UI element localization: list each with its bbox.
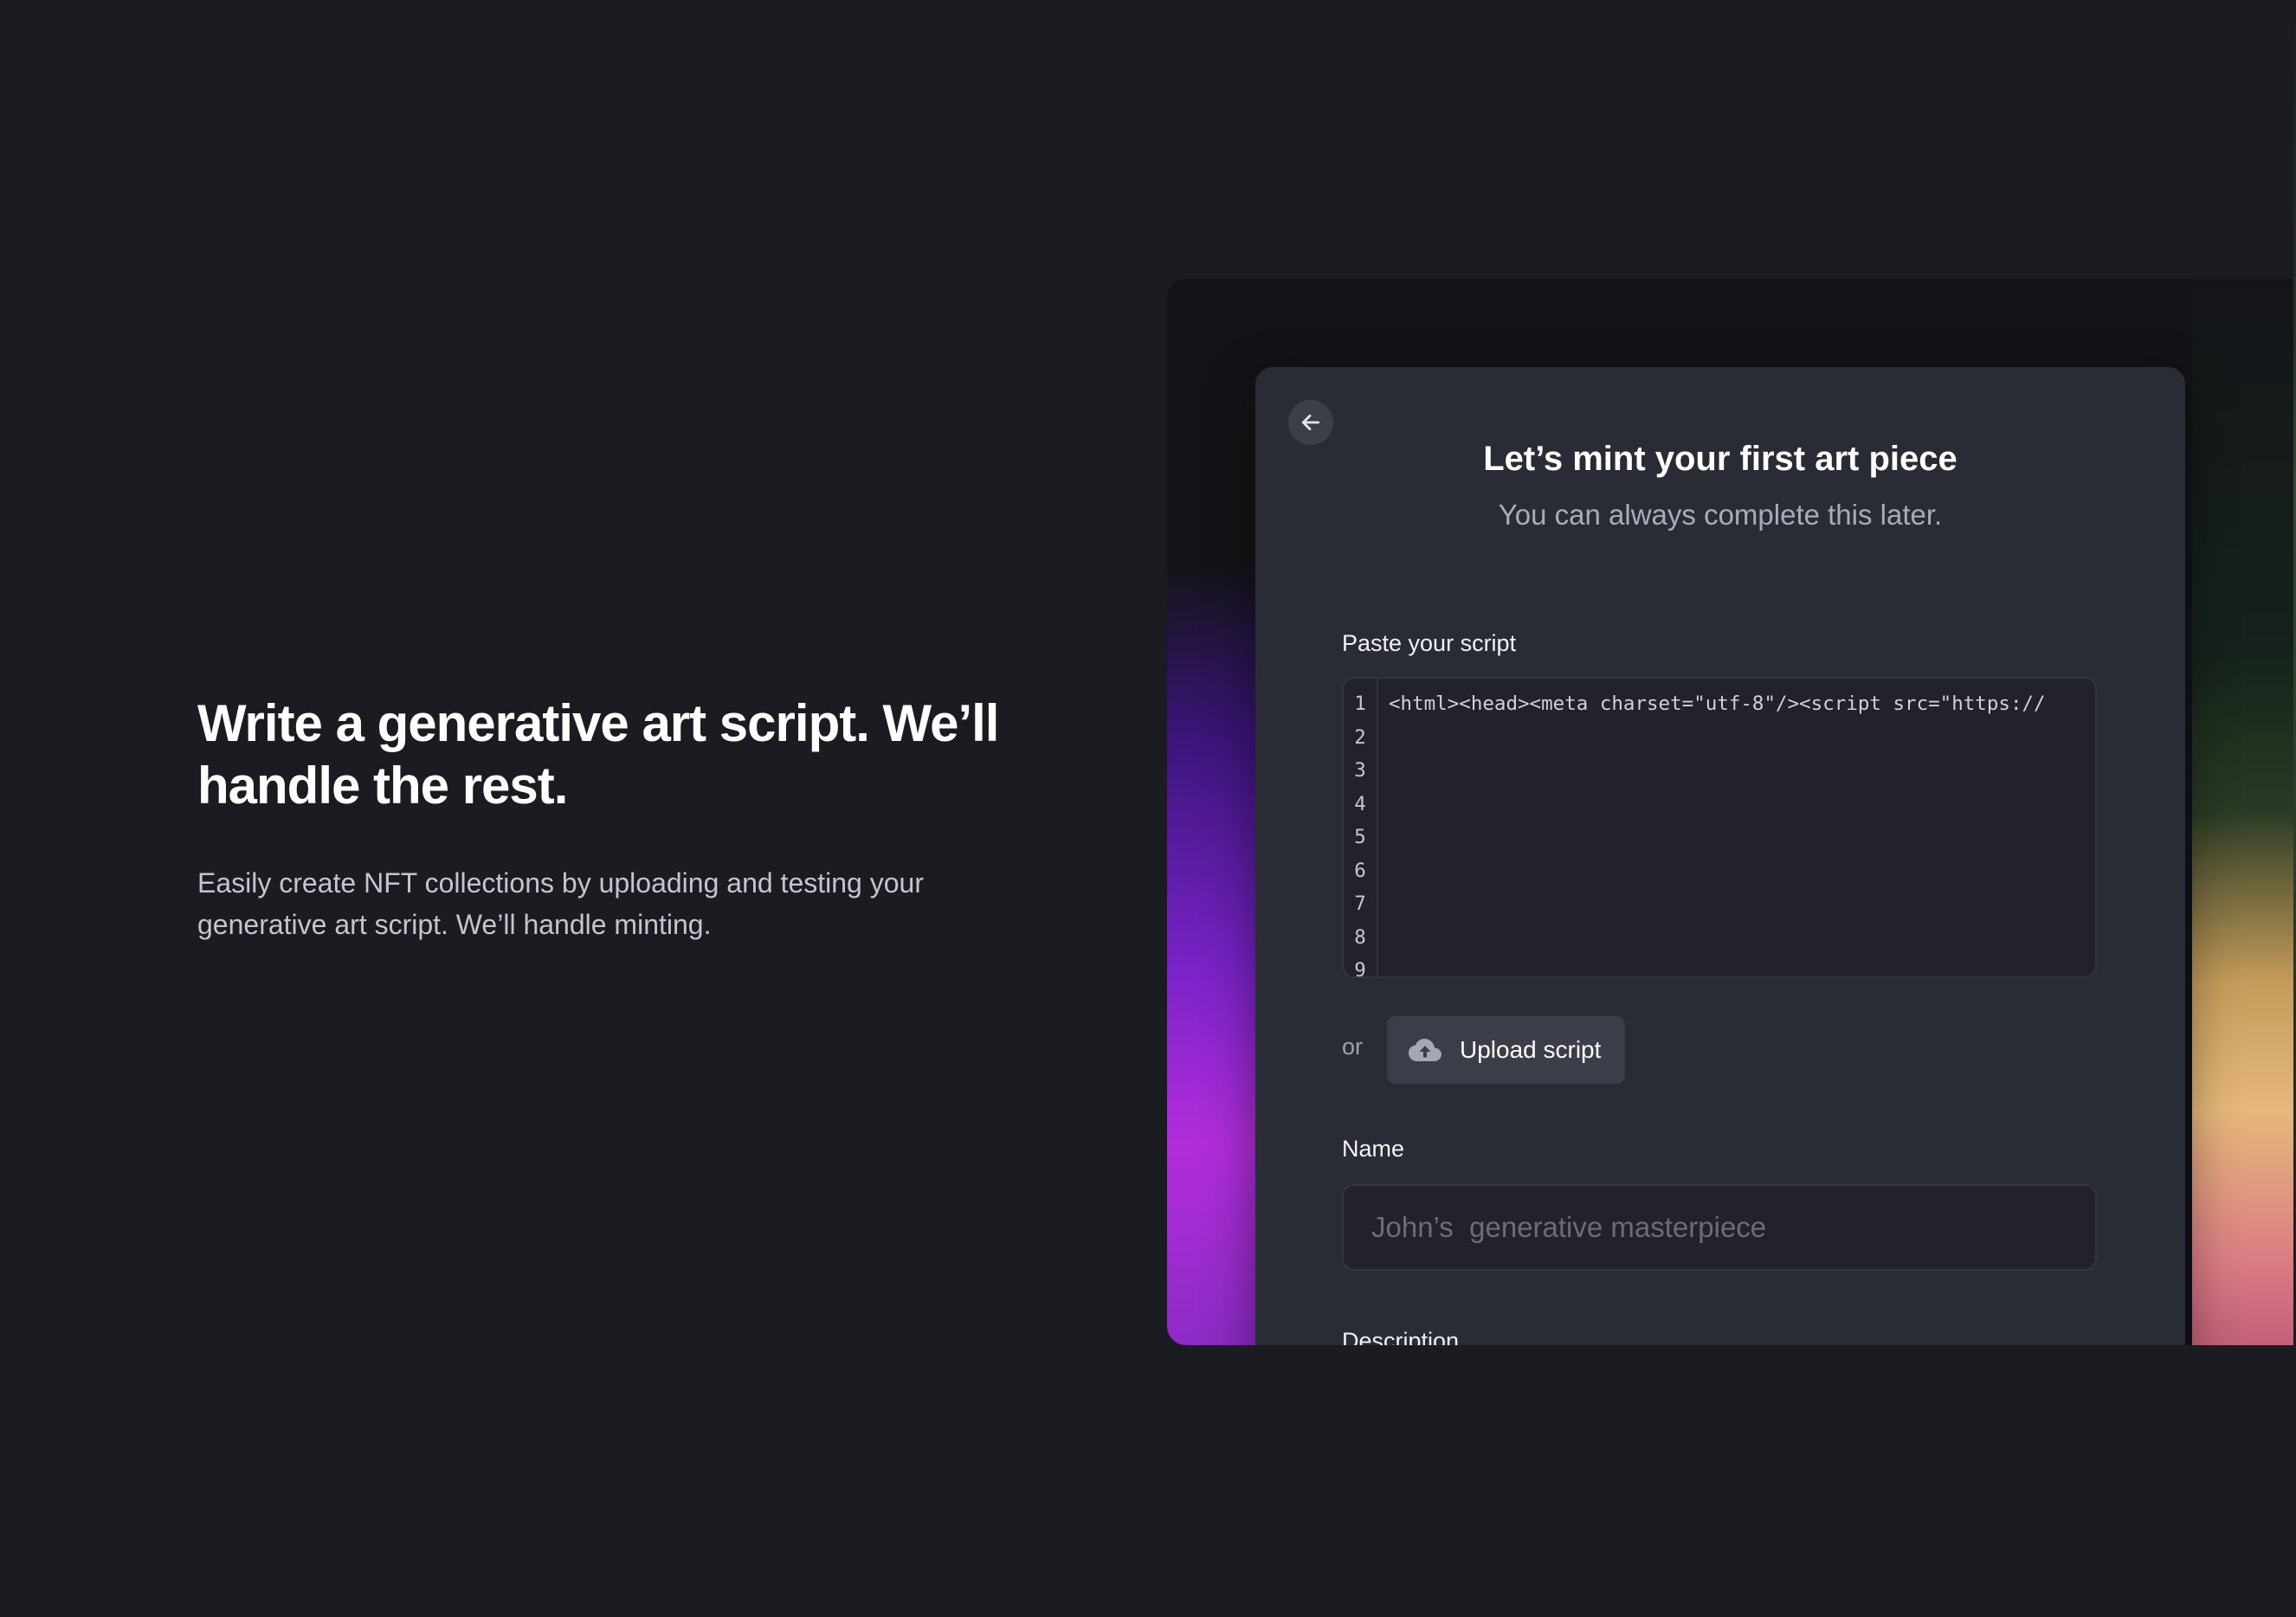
line-number: 5 — [1354, 826, 1366, 848]
line-number: 9 — [1354, 959, 1366, 978]
line-number: 3 — [1354, 759, 1366, 782]
page: Write a generative art script. We’ll han… — [0, 0, 2296, 1617]
form-title: Let’s mint your first art piece — [1483, 440, 1957, 478]
upload-script-button[interactable]: Upload script — [1387, 1016, 1626, 1084]
mint-preview-panel: Let’s mint your first art piece You can … — [1167, 279, 2296, 1345]
script-label: Paste your script — [1342, 630, 1517, 656]
script-editor[interactable]: 1 2 3 4 5 6 7 8 9 <html><head><meta charset="utf… — [1342, 677, 2097, 978]
line-number: 7 — [1354, 892, 1366, 915]
line-number: 1 — [1354, 693, 1366, 715]
hero-title: Write a generative art script. We’ll han… — [197, 694, 999, 815]
hero-section: Write a generative art script. We’ll han… — [197, 693, 1063, 945]
form-subtitle: You can always complete this later. — [1498, 499, 1943, 531]
line-number-gutter: 1 2 3 4 5 6 7 8 9 — [1344, 679, 1378, 976]
code-content: <html><head><meta charset="utf-8"/><scri… — [1389, 679, 2086, 721]
code-line: <html><head><meta charset="utf-8"/><scri… — [1389, 693, 2046, 715]
or-separator: or — [1342, 1034, 1364, 1060]
line-number: 4 — [1354, 792, 1366, 815]
back-button[interactable] — [1288, 400, 1333, 445]
arrow-left-icon — [1301, 415, 1320, 430]
gradient-glow-decoration — [2192, 279, 2296, 1345]
mint-form-card: Let’s mint your first art piece You can … — [1255, 367, 2185, 1345]
name-input[interactable] — [1342, 1184, 2097, 1271]
description-label: Description — [1342, 1328, 1460, 1345]
cloud-upload-icon — [1409, 1039, 1441, 1061]
line-number: 8 — [1354, 925, 1366, 949]
hero-description: Easily create NFT collections by uploadi… — [197, 867, 924, 940]
line-number: 6 — [1354, 859, 1366, 882]
line-number: 2 — [1354, 725, 1366, 749]
upload-script-label: Upload script — [1460, 1036, 1602, 1063]
name-label: Name — [1342, 1136, 1405, 1162]
